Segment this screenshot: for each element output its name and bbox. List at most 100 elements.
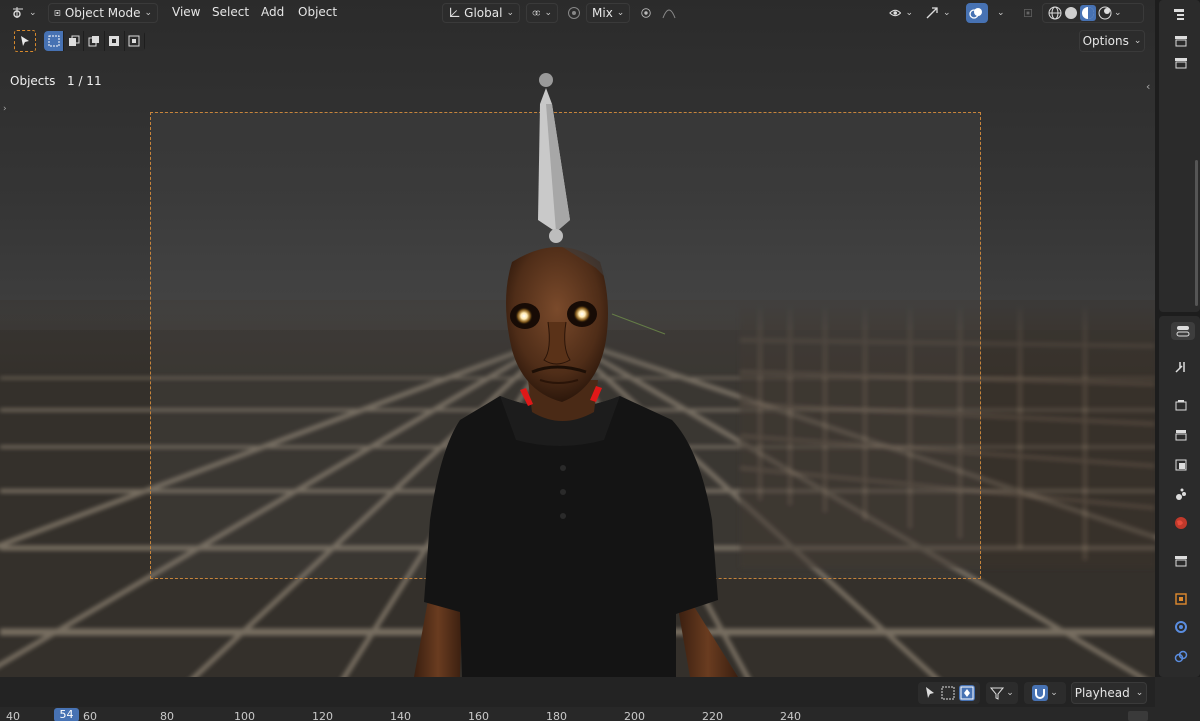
right-side-panels (1155, 0, 1200, 677)
frame-tick: 160 (468, 710, 489, 721)
orientation-label: Global (464, 6, 503, 20)
properties-panel[interactable] (1159, 316, 1200, 677)
toolbar-expand-icon[interactable]: › (3, 104, 7, 114)
visibility-dropdown[interactable]: ⌄ (884, 3, 918, 23)
filter-dropdown[interactable]: ⌄ (986, 682, 1018, 704)
outliner-scrollbar[interactable] (1195, 160, 1198, 306)
gizmo-icon (926, 7, 938, 19)
material-preview-shading-button[interactable] (1080, 5, 1096, 21)
chevron-down-icon: ⌄ (1135, 688, 1144, 698)
solid-shading-icon[interactable] (1064, 6, 1078, 20)
menu-select[interactable]: Select (212, 5, 249, 19)
overlays-icon (969, 8, 982, 19)
frame-tick: 240 (780, 710, 801, 721)
frame-tick: 60 (83, 710, 97, 721)
properties-editor-icon[interactable] (1171, 322, 1195, 340)
rendered-shading-icon[interactable] (1098, 6, 1112, 20)
shading-mode-group[interactable]: ⌄ (1042, 3, 1144, 23)
playhead-dropdown[interactable]: Playhead ⌄ (1071, 682, 1147, 704)
3d-viewport[interactable]: ⌄ Object Mode ⌄ View Select Add Object G… (0, 0, 1155, 677)
box-select-icon[interactable] (941, 686, 955, 700)
collection-icon[interactable] (1171, 54, 1191, 72)
chevron-down-icon: ⌄ (544, 8, 552, 18)
physics-properties-icon[interactable] (1171, 648, 1191, 666)
select-intersect-icon[interactable] (125, 31, 145, 51)
auto-keying-toggle[interactable] (1032, 685, 1049, 701)
tool-settings-row: Options ⌄ (0, 28, 1155, 54)
xray-icon (1024, 9, 1032, 17)
select-invert-icon[interactable] (105, 31, 125, 51)
proportional-editing-toggle[interactable] (562, 3, 586, 23)
object-properties-icon[interactable] (1171, 590, 1191, 608)
frame-tick: 80 (160, 710, 174, 721)
select-subtract-icon[interactable] (84, 31, 105, 51)
pivot-point-dropdown[interactable]: ⌄ (526, 3, 558, 23)
frame-tick: 100 (234, 710, 255, 721)
collection-icon[interactable] (1171, 32, 1191, 50)
overlays-toggle[interactable] (966, 3, 988, 23)
auto-keying-dropdown[interactable]: ⌄ (1024, 682, 1066, 704)
filter-icon (990, 687, 1005, 700)
transform-orientation-dropdown[interactable]: Global ⌄ (442, 3, 520, 23)
xray-toggle[interactable] (1018, 3, 1038, 23)
snap-icon (641, 8, 651, 18)
wireframe-shading-icon[interactable] (1048, 6, 1062, 20)
select-extend-icon[interactable] (64, 31, 85, 51)
tool-properties-icon[interactable] (1171, 358, 1191, 376)
pivot-icon (532, 10, 541, 16)
falloff-label: Mix (592, 6, 613, 20)
key-select-button[interactable] (959, 685, 975, 701)
eye-icon (889, 9, 902, 17)
options-dropdown[interactable]: Options ⌄ (1079, 30, 1145, 52)
chevron-down-icon: ⌄ (144, 8, 152, 18)
chevron-down-icon: ⌄ (1006, 688, 1014, 698)
viewport-header: ⌄ Object Mode ⌄ View Select Add Object G… (0, 0, 1155, 26)
chevron-down-icon: ⌄ (1133, 36, 1142, 46)
frame-tick: 200 (624, 710, 645, 721)
objects-stat-count: 1 / 11 (67, 74, 102, 88)
selection-mode-group[interactable] (44, 31, 145, 51)
frame-tick: 180 (546, 710, 567, 721)
menu-object[interactable]: Object (298, 5, 337, 19)
outliner-editor-icon[interactable] (1171, 6, 1191, 24)
gizmo-dropdown[interactable]: ⌄ (920, 3, 960, 23)
outliner-panel[interactable] (1159, 0, 1200, 312)
options-label: Options (1082, 34, 1129, 48)
chevron-down-icon: ⌄ (506, 8, 514, 18)
frame-ruler[interactable] (0, 707, 880, 721)
render-properties-icon[interactable] (1171, 396, 1191, 414)
timeline-select-tools[interactable] (918, 682, 980, 704)
chevron-down-icon: ⌄ (1114, 8, 1122, 18)
falloff-dropdown[interactable]: Mix ⌄ (586, 3, 630, 23)
mode-selector[interactable]: Object Mode ⌄ (48, 3, 158, 23)
scene-properties-icon[interactable] (1171, 486, 1191, 504)
sidebar-expand-icon[interactable]: ‹ (1146, 80, 1150, 93)
playhead-label: Playhead (1074, 686, 1130, 700)
chevron-down-icon: ⌄ (997, 8, 1005, 18)
world-properties-icon[interactable] (1171, 514, 1191, 532)
snap-settings[interactable] (657, 3, 691, 23)
overlays-dropdown[interactable]: ⌄ (966, 3, 1014, 23)
collection-properties-icon[interactable] (1171, 552, 1191, 570)
objects-stat-label: Objects (10, 74, 56, 88)
constraint-properties-icon[interactable] (1171, 618, 1191, 636)
chevron-down-icon: ⌄ (29, 8, 37, 18)
keyframe-icon (960, 686, 974, 700)
select-tool-button[interactable] (14, 30, 36, 52)
curve-icon (662, 9, 676, 19)
current-frame-indicator[interactable]: 54 (54, 708, 79, 721)
editor-type-icon (13, 7, 23, 18)
cursor-icon[interactable] (923, 686, 937, 700)
frame-tick: 40 (6, 710, 20, 721)
menu-view[interactable]: View (172, 5, 200, 19)
view-layer-properties-icon[interactable] (1171, 456, 1191, 474)
select-new-icon[interactable] (44, 31, 65, 51)
menu-add[interactable]: Add (261, 5, 284, 19)
character-model[interactable] (0, 0, 1155, 677)
snap-toggle[interactable] (635, 3, 657, 23)
timeline-editor[interactable]: ⌄ ⌄ Playhead ⌄ 40 54 60 80 100 120 140 1… (0, 677, 1200, 721)
editor-type-button[interactable]: ⌄ (6, 3, 42, 23)
timeline-header: ⌄ ⌄ Playhead ⌄ (0, 677, 1155, 707)
output-properties-icon[interactable] (1171, 426, 1191, 444)
timeline-scroll-handle[interactable] (1128, 711, 1148, 721)
